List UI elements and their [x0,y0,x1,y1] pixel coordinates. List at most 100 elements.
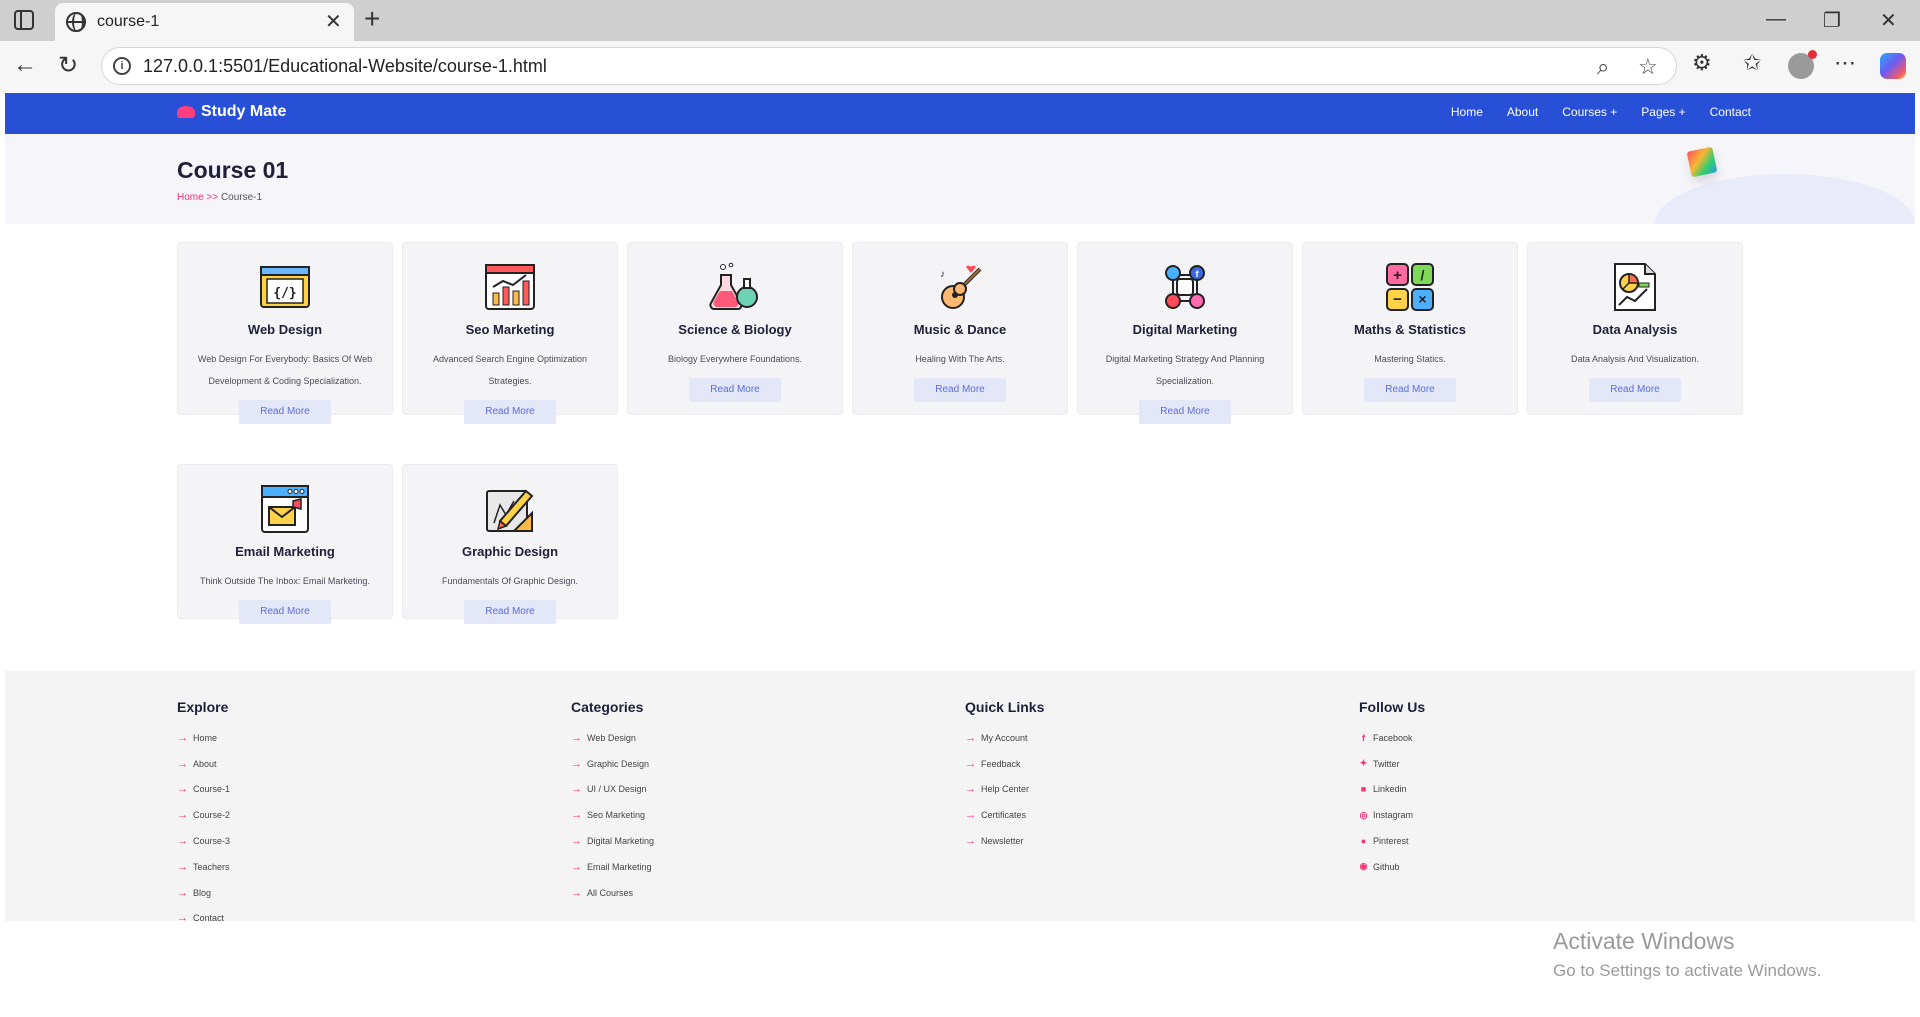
reload-icon[interactable]: ↻ [58,51,78,80]
new-tab-icon[interactable]: + [364,3,380,35]
arrow-right-icon: → [177,783,188,796]
close-tab-icon[interactable]: ✕ [325,9,342,34]
course-description: Mastering Statics. [1374,354,1446,364]
footer-link[interactable]: → Graphic Design [571,751,654,777]
read-more-button[interactable]: Read More [239,600,331,624]
footer-link[interactable]: → Home [177,725,230,751]
social-link-linkedin[interactable]: ■ Linkedin [1359,777,1425,803]
graduation-cap-icon [177,106,195,118]
back-icon[interactable]: ← [13,51,37,79]
course-card: Data Analysis Data Analysis And Visualiz… [1527,242,1743,415]
tab-actions-icon[interactable] [14,10,34,30]
zoom-icon[interactable]: ⌕ [1597,54,1609,80]
address-bar[interactable]: i 127.0.0.1:5501/Educational-Website/cou… [101,47,1677,85]
email-icon [261,485,309,533]
favorite-star-icon[interactable]: ☆ [1638,54,1658,80]
nav-courses[interactable]: Courses + [1562,105,1617,119]
social-link-pinterest[interactable]: ● Pinterest [1359,828,1425,854]
close-window-icon[interactable]: ✕ [1880,8,1897,33]
footer-link[interactable]: → Digital Marketing [571,828,654,854]
footer-link-label: Help Center [981,784,1030,795]
minimize-icon[interactable]: — [1766,8,1786,31]
arrow-right-icon: → [965,835,976,848]
footer-heading: Categories [571,699,644,715]
flask-icon [709,262,758,311]
social-link-instagram[interactable]: ◎ Instagram [1359,802,1425,828]
footer-link[interactable]: → About [177,751,230,777]
footer-link[interactable]: → Feedback [965,751,1044,777]
site-info-icon[interactable]: i [113,57,131,75]
footer-link[interactable]: → All Courses [571,880,654,906]
footer-link[interactable]: → Course-3 [177,828,230,854]
nav-pages[interactable]: Pages + [1641,105,1685,119]
course-description: Data Analysis And Visualization. [1571,354,1699,364]
footer-link[interactable]: → UI / UX Design [571,777,654,803]
course-description: Healing With The Arts. [915,354,1005,364]
read-more-button[interactable]: Read More [1364,378,1456,402]
restore-icon[interactable]: ❐ [1823,8,1841,33]
footer-link[interactable]: → Blog [177,880,230,906]
footer-link[interactable]: → Contact [177,906,230,932]
favorites-icon[interactable]: ✩ [1743,50,1761,76]
twitter-icon: ✦ [1359,758,1368,769]
read-more-button[interactable]: Read More [914,378,1006,402]
footer-link-label: Email Marketing [587,861,652,872]
copilot-icon[interactable] [1880,53,1906,79]
read-more-button[interactable]: Read More [689,378,781,402]
footer-link[interactable]: → Course-2 [177,802,230,828]
nav-links: Home About Courses + Pages + Contact [1451,105,1751,119]
footer-link[interactable]: → Email Marketing [571,854,654,880]
footer-link-label: Seo Marketing [587,810,646,821]
browser-tab[interactable]: course-1 ✕ [55,3,354,41]
course-title: Web Design [247,322,323,337]
url-text[interactable]: 127.0.0.1:5501/Educational-Website/cours… [143,56,547,77]
profile-avatar[interactable] [1788,50,1817,79]
footer-explore: Explore → Home → About → Course-1 → Course-2… [177,699,230,931]
footer-link-label: Linkedin [1373,784,1407,795]
footer-link-label: UI / UX Design [587,784,647,795]
arrow-right-icon: → [177,860,188,873]
arrow-right-icon: → [177,912,188,925]
extensions-icon[interactable]: ⚙ [1692,50,1712,76]
read-more-button[interactable]: Read More [1589,378,1681,402]
cube-decoration-icon [1686,146,1718,178]
footer-link[interactable]: → Help Center [965,777,1044,803]
social-link-twitter[interactable]: ✦ Twitter [1359,751,1425,777]
course-title: Science & Biology [678,322,792,337]
footer-link[interactable]: → Certificates [965,802,1044,828]
social-link-github[interactable]: ◉ Github [1359,854,1425,880]
footer-link-label: Pinterest [1373,836,1409,847]
course-title: Graphic Design [461,544,559,559]
nav-about[interactable]: About [1507,105,1538,119]
footer-link[interactable]: → Seo Marketing [571,802,654,828]
nav-contact[interactable]: Contact [1710,105,1751,119]
guitar-icon: ♪ [940,265,982,309]
read-more-button[interactable]: Read More [464,600,556,624]
more-menu-icon[interactable]: ⋯ [1834,50,1856,76]
activation-title: Activate Windows [1553,928,1735,954]
read-more-button[interactable]: Read More [239,400,331,424]
breadcrumb-home[interactable]: Home [177,192,204,203]
design-tools-icon [486,489,534,532]
footer-link-label: Feedback [981,758,1021,769]
footer-link-label: Github [1373,861,1400,872]
course-card: Science & Biology Biology Everywhere Fou… [627,242,843,415]
facebook-icon: f [1362,732,1365,743]
footer-link[interactable]: → Newsletter [965,828,1044,854]
course-title: Email Marketing [235,544,335,559]
social-link-facebook[interactable]: f Facebook [1359,725,1425,751]
arrow-right-icon: → [571,783,582,796]
read-more-button[interactable]: Read More [464,400,556,424]
nav-home[interactable]: Home [1451,105,1483,119]
site-logo[interactable]: Study Mate [177,103,286,121]
course-description: Think Outside The Inbox: Email Marketing… [200,576,370,586]
course-card: Email Marketing Think Outside The Inbox:… [177,464,393,624]
footer-link[interactable]: → Course-1 [177,777,230,803]
read-more-button[interactable]: Read More [1139,400,1231,424]
course-card: {/} Web Design Web Design For Everybody:… [177,242,393,424]
page-banner: Course 01 Home >> Course-1 [5,134,1915,224]
footer-link[interactable]: → Web Design [571,725,654,751]
footer-link[interactable]: → Teachers [177,854,230,880]
footer-link[interactable]: → My Account [965,725,1044,751]
arrow-right-icon: → [571,731,582,744]
